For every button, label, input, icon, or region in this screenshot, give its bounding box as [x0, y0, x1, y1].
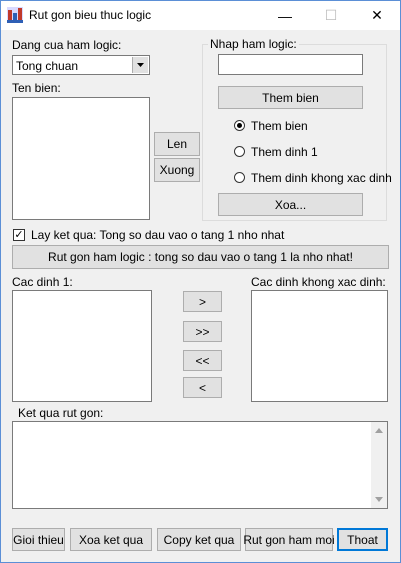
minterms-list[interactable]	[12, 290, 152, 402]
radio-add-dontcare[interactable]	[234, 172, 245, 183]
radio-add-variable[interactable]	[234, 120, 245, 131]
title-bar: Rut gon bieu thuc logic — ☐ ✕	[1, 1, 400, 30]
function-input[interactable]	[218, 54, 363, 75]
variable-list[interactable]	[12, 97, 150, 220]
reduce-function-button[interactable]: Rut gon ham logic : tong so dau vao o ta…	[12, 245, 389, 269]
window-title: Rut gon bieu thuc logic	[29, 8, 152, 22]
result-textarea[interactable]	[12, 421, 388, 509]
move-right-button[interactable]: >	[183, 291, 222, 312]
main-window: Rut gon bieu thuc logic — ☐ ✕ Dang cua h…	[0, 0, 401, 563]
min-inputs-checkbox-label: Lay ket qua: Tong so dau vao o tang 1 nh…	[31, 228, 285, 242]
move-left-button[interactable]: <	[183, 377, 222, 398]
exit-button[interactable]: Thoat	[337, 528, 388, 551]
new-function-button[interactable]: Rut gon ham moi	[243, 528, 335, 551]
logic-type-label: Dang cua ham logic:	[12, 38, 122, 52]
dontcare-label: Cac dinh khong xac dinh:	[251, 275, 386, 289]
app-icon	[7, 7, 23, 23]
move-all-left-button[interactable]: <<	[183, 350, 222, 371]
radio-add-minterm[interactable]	[234, 146, 245, 157]
delete-button[interactable]: Xoa...	[218, 193, 363, 216]
min-inputs-checkbox[interactable]: ✓	[13, 229, 25, 241]
minterms-label: Cac dinh 1:	[12, 275, 73, 289]
close-button[interactable]: ✕	[354, 1, 400, 30]
logic-type-value: Tong chuan	[16, 59, 79, 73]
radio-add-minterm-label: Them dinh 1	[251, 145, 318, 159]
dontcare-list[interactable]	[251, 290, 388, 402]
variable-name-label: Ten bien:	[12, 81, 61, 95]
input-function-group-title: Nhap ham logic:	[208, 37, 299, 51]
move-down-button[interactable]: Xuong	[154, 158, 200, 182]
move-all-right-button[interactable]: >>	[183, 321, 222, 342]
copy-result-button[interactable]: Copy ket qua	[157, 528, 241, 551]
maximize-button[interactable]: ☐	[308, 1, 354, 30]
scroll-down-icon[interactable]	[375, 497, 383, 502]
result-label: Ket qua rut gon:	[18, 406, 104, 420]
radio-add-dontcare-label: Them dinh khong xac dinh	[251, 171, 392, 185]
minimize-button[interactable]: —	[262, 1, 308, 30]
result-scrollbar[interactable]	[371, 422, 387, 508]
logic-type-select[interactable]: Tong chuan	[12, 55, 150, 75]
chevron-down-icon[interactable]	[132, 57, 148, 73]
move-up-button[interactable]: Len	[154, 132, 200, 156]
radio-add-variable-label: Them bien	[251, 119, 308, 133]
about-button[interactable]: Gioi thieu	[12, 528, 65, 551]
scroll-up-icon[interactable]	[375, 428, 383, 433]
add-variable-button[interactable]: Them bien	[218, 86, 363, 109]
clear-result-button[interactable]: Xoa ket qua	[70, 528, 152, 551]
